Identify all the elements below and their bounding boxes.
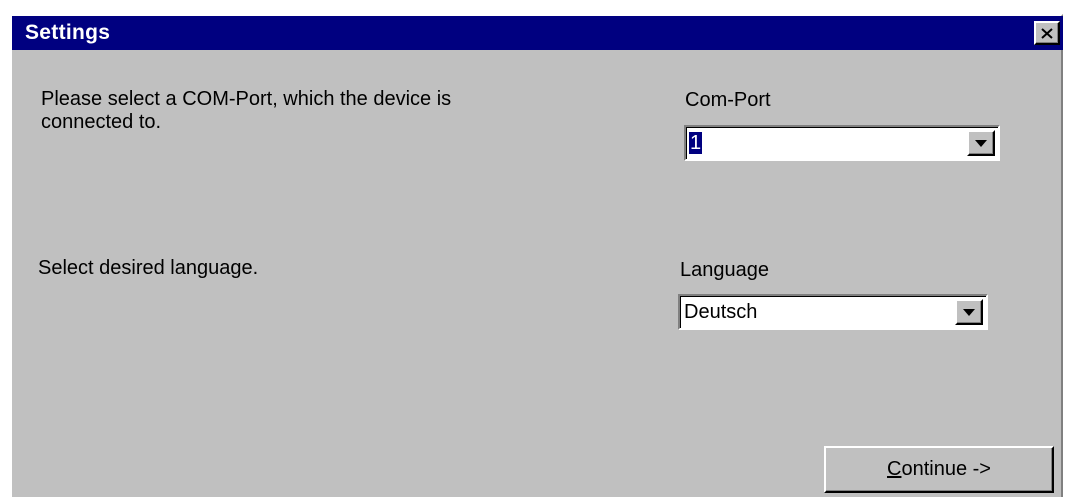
language-dropdown-button[interactable] xyxy=(955,299,983,325)
chevron-down-icon xyxy=(975,139,987,147)
continue-button[interactable]: Continue -> xyxy=(824,446,1054,493)
language-prompt: Select desired language. xyxy=(38,257,259,279)
com-port-label: Com-Port xyxy=(685,89,771,111)
com-port-prompt-line2: connected to. xyxy=(41,111,162,133)
window-title: Settings xyxy=(25,21,111,44)
continue-accelerator: C xyxy=(887,458,902,480)
language-label: Language xyxy=(680,259,769,281)
com-port-value: 1 xyxy=(689,132,703,154)
com-port-select[interactable]: 1 xyxy=(684,125,1000,161)
chevron-down-icon xyxy=(963,308,975,316)
close-button[interactable] xyxy=(1034,21,1060,45)
com-port-prompt-line1: Please select a COM-Port, which the devi… xyxy=(41,88,452,110)
com-port-prompt: Please select a COM-Port, which the devi… xyxy=(41,88,451,134)
close-icon xyxy=(1041,27,1053,39)
title-bar[interactable]: Settings xyxy=(12,16,1063,50)
language-select[interactable]: Deutsch xyxy=(678,294,988,330)
language-value: Deutsch xyxy=(684,301,758,323)
com-port-dropdown-button[interactable] xyxy=(967,130,995,156)
settings-dialog: Settings Please select a COM-Port, which… xyxy=(10,14,1063,497)
continue-label: ontinue -> xyxy=(901,458,991,480)
